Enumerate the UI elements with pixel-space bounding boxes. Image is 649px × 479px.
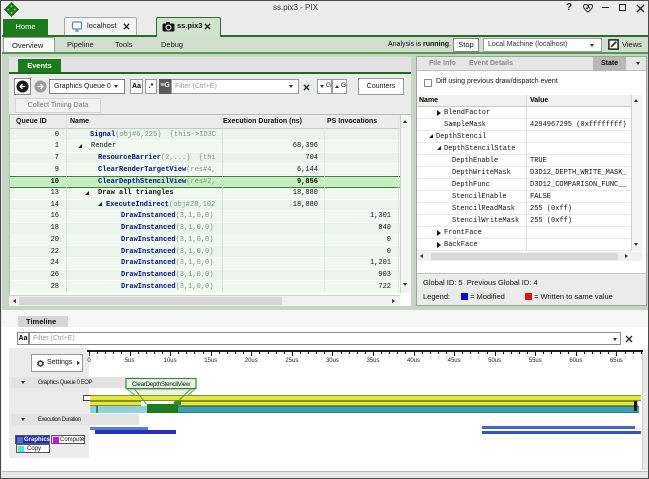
svg-text:ClearDepthStencilView: ClearDepthStencilView (132, 381, 191, 388)
